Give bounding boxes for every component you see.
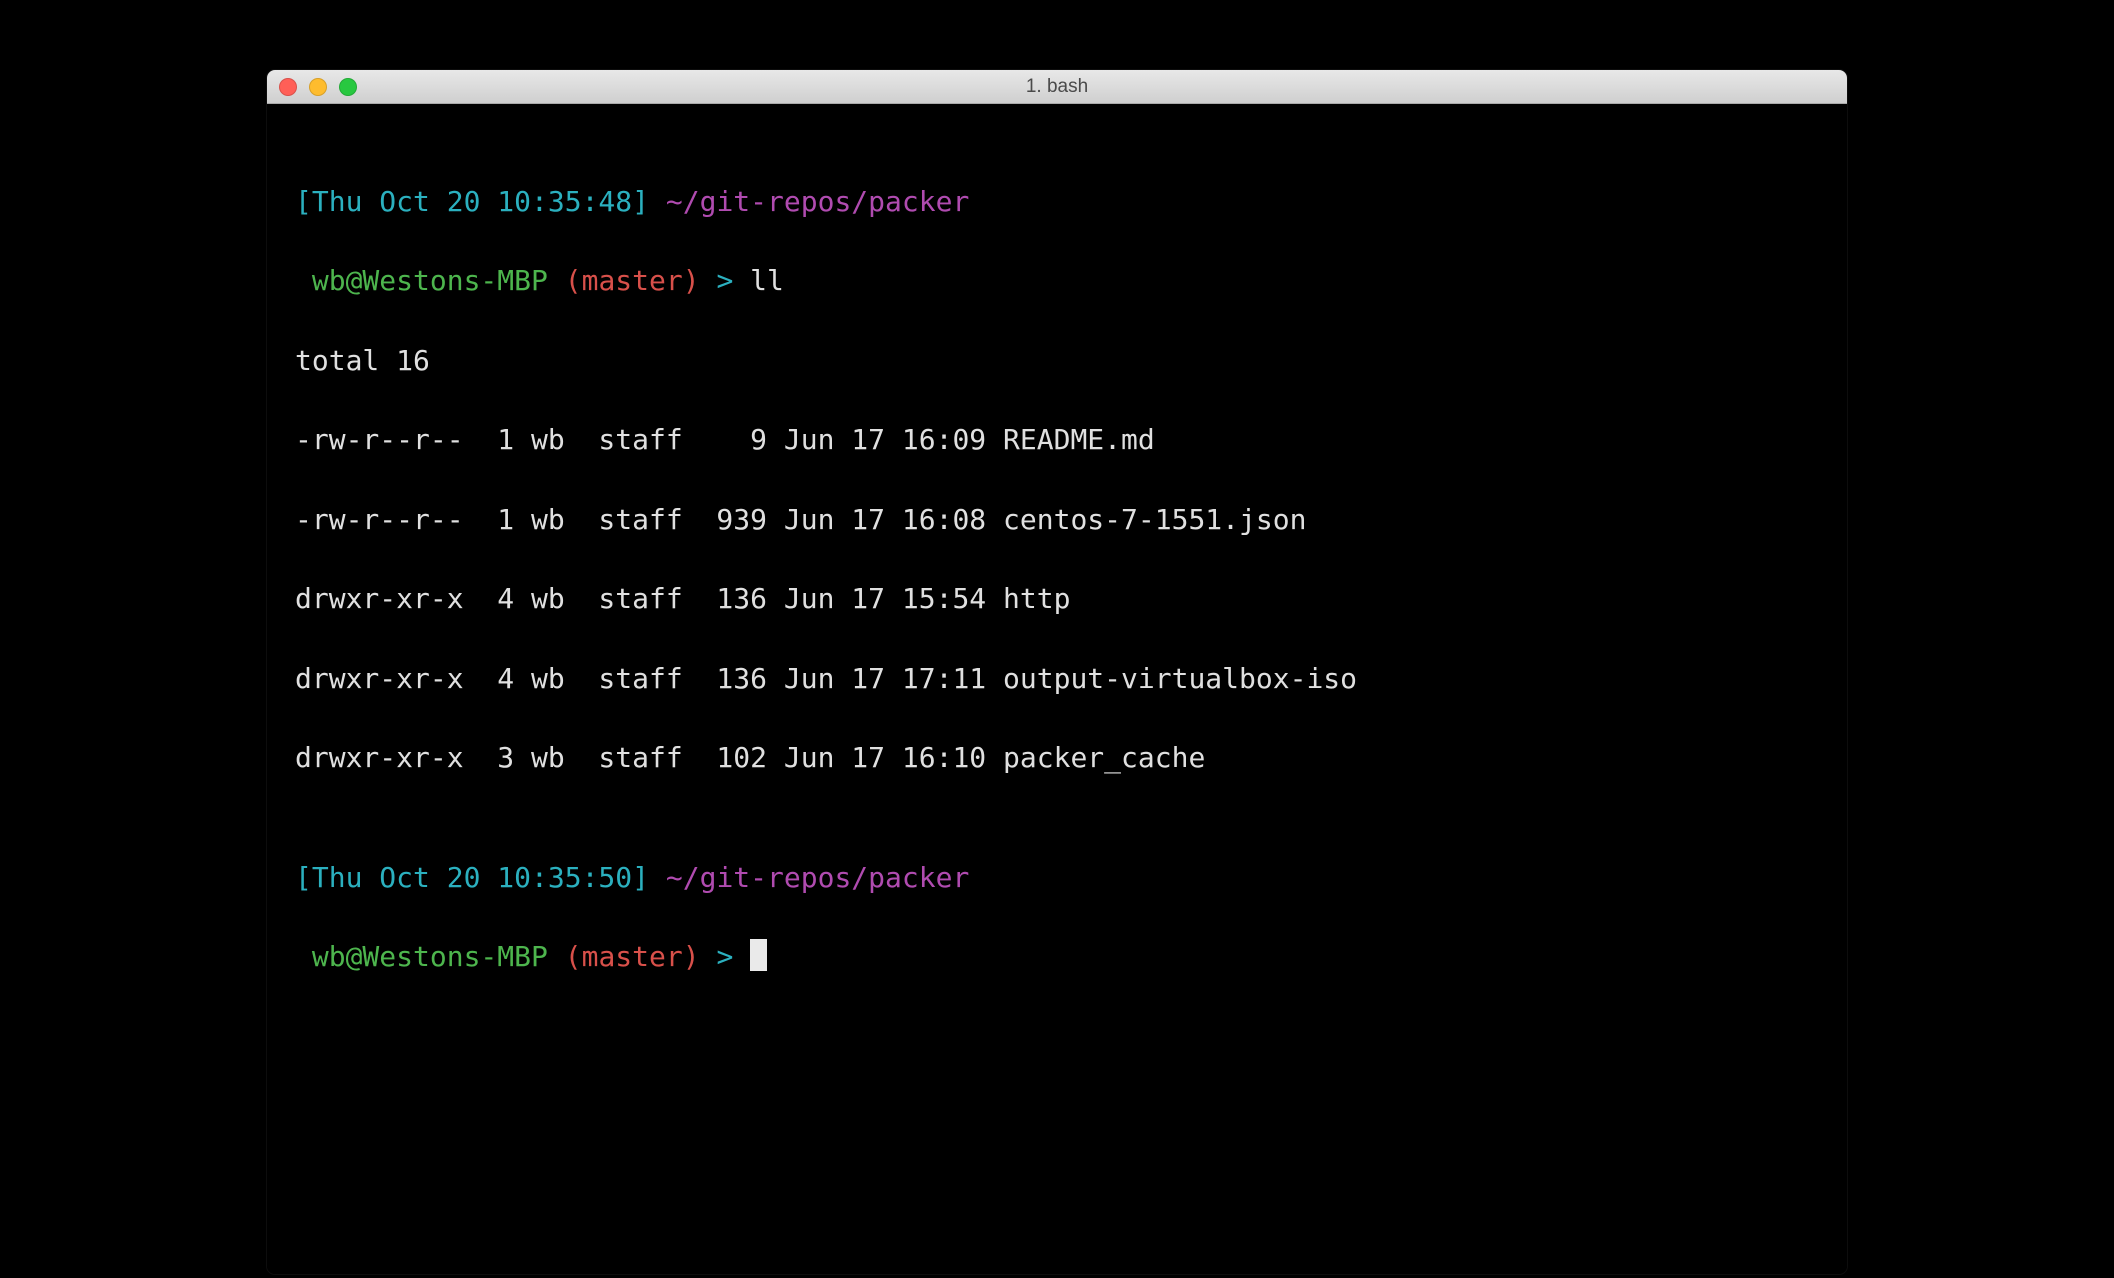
- list-row: drwxr-xr-x 4 wb staff 136 Jun 17 17:11 o…: [295, 659, 1819, 699]
- titlebar[interactable]: 1. bash: [267, 70, 1847, 104]
- prompt-line-2: wb@Westons-MBP (master) > ll: [295, 261, 1819, 301]
- list-row: drwxr-xr-x 4 wb staff 136 Jun 17 15:54 h…: [295, 579, 1819, 619]
- user-host: wb@Westons-MBP: [312, 264, 548, 297]
- prompt-line-2: wb@Westons-MBP (master) >: [295, 937, 1819, 977]
- list-row: -rw-r--r-- 1 wb staff 9 Jun 17 16:09 REA…: [295, 420, 1819, 460]
- terminal-body[interactable]: [Thu Oct 20 10:35:48] ~/git-repos/packer…: [267, 104, 1847, 1274]
- list-row: drwxr-xr-x 3 wb staff 102 Jun 17 16:10 p…: [295, 738, 1819, 778]
- output-total: total 16: [295, 341, 1819, 381]
- window-title: 1. bash: [267, 76, 1847, 98]
- traffic-lights: [279, 78, 357, 96]
- prompt-arrow: >: [716, 940, 733, 973]
- user-host: wb@Westons-MBP: [312, 940, 548, 973]
- timestamp: [Thu Oct 20 10:35:50]: [295, 861, 649, 894]
- close-icon[interactable]: [279, 78, 297, 96]
- cursor-icon: [750, 939, 767, 971]
- timestamp: [Thu Oct 20 10:35:48]: [295, 185, 649, 218]
- command-input: ll: [750, 264, 784, 297]
- prompt-line-1: [Thu Oct 20 10:35:50] ~/git-repos/packer: [295, 858, 1819, 898]
- terminal-window: 1. bash [Thu Oct 20 10:35:48] ~/git-repo…: [267, 70, 1847, 1274]
- maximize-icon[interactable]: [339, 78, 357, 96]
- list-row: -rw-r--r-- 1 wb staff 939 Jun 17 16:08 c…: [295, 500, 1819, 540]
- cwd-path: ~/git-repos/packer: [666, 861, 969, 894]
- prompt-line-1: [Thu Oct 20 10:35:48] ~/git-repos/packer: [295, 182, 1819, 222]
- cwd-path: ~/git-repos/packer: [666, 185, 969, 218]
- git-branch: (master): [565, 264, 700, 297]
- prompt-arrow: >: [716, 264, 733, 297]
- git-branch: (master): [565, 940, 700, 973]
- minimize-icon[interactable]: [309, 78, 327, 96]
